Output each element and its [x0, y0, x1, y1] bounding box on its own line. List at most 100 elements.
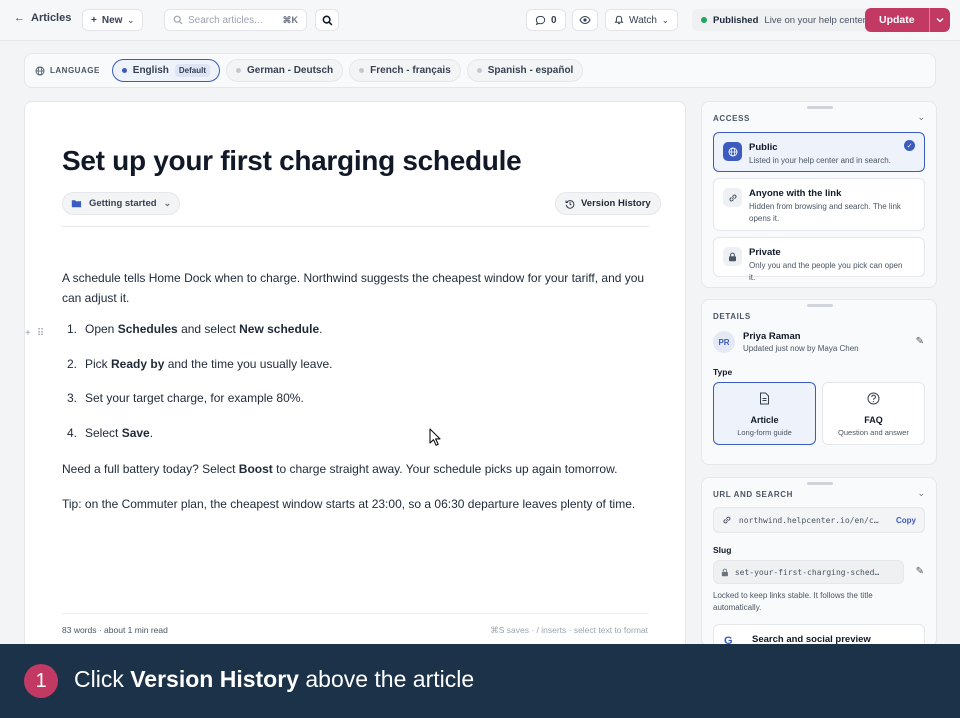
panel-drag-handle[interactable] [807, 304, 833, 307]
back-label: Articles [31, 12, 72, 24]
version-history-button[interactable]: Version History [555, 192, 661, 215]
default-badge: Default [174, 64, 211, 77]
publish-status-badge: Published Live on your help center [692, 9, 875, 31]
language-tab-french[interactable]: French - français [349, 59, 461, 82]
folder-icon [71, 200, 82, 208]
language-tab-spanish[interactable]: Spanish - español [466, 59, 584, 82]
category-label: Getting started [89, 198, 157, 209]
language-name: French - français [370, 65, 451, 76]
access-panel: ACCESS ⌄ Public Listed in your help cent… [701, 101, 937, 288]
version-history-label: Version History [581, 198, 651, 209]
article-url-field: northwind.helpcenter.io/en/c… Copy [713, 507, 925, 533]
plus-icon: + [91, 14, 97, 26]
language-dot [359, 68, 365, 73]
type-description: Question and answer [838, 428, 909, 437]
article-url: northwind.helpcenter.io/en/c… [738, 515, 879, 525]
drag-handle-icon[interactable]: ⠿ [37, 328, 44, 339]
type-title: FAQ [864, 415, 883, 425]
search-articles-input[interactable]: Search articles... ⌘K [164, 9, 307, 31]
list-item-text: Set your target charge, for example 80%. [85, 391, 304, 405]
list-item-text: Select Save. [85, 426, 154, 440]
status-dot [701, 17, 707, 23]
edit-slug-pencil-icon[interactable]: ✎ [916, 566, 924, 577]
top-bar: ← Articles + New ⌄ Search articles... ⌘K… [0, 0, 960, 41]
step-number-badge: 1 [24, 664, 58, 698]
edit-author-pencil-icon[interactable]: ✎ [916, 336, 924, 347]
eye-icon [579, 15, 591, 25]
update-button[interactable]: Update [865, 8, 929, 32]
type-option-article[interactable]: Article Long-form guide [713, 382, 816, 445]
language-name: Spanish - español [487, 65, 574, 76]
new-button[interactable]: + New ⌄ [82, 9, 144, 31]
list-item-text: Open Schedules and select New schedule. [85, 322, 323, 336]
preview-button[interactable] [572, 9, 598, 31]
instruction-text: Click Version History above the article [74, 666, 475, 692]
collapse-chevron-icon[interactable]: ⌄ [917, 488, 925, 499]
new-label: New [101, 14, 123, 26]
copy-url-button[interactable]: Copy [896, 516, 916, 525]
details-panel: DETAILS PR Priya Raman Updated just now … [701, 299, 937, 465]
chevron-down-icon [936, 18, 944, 23]
search-shortcut: ⌘K [282, 14, 299, 25]
updated-text: Updated just now by Maya Chen [743, 344, 859, 353]
comment-count: 0 [551, 14, 557, 26]
language-tab-german[interactable]: German - Deutsch [226, 59, 344, 82]
status-label: Published [713, 14, 759, 26]
lock-icon [723, 247, 742, 266]
language-tab-english[interactable]: English Default [111, 59, 221, 82]
status-detail: Live on your help center [764, 14, 866, 26]
mouse-cursor-icon [429, 428, 442, 446]
comments-button[interactable]: 0 [526, 9, 566, 31]
avatar: PR [713, 331, 735, 353]
access-option-link[interactable]: Anyone with the link Hidden from browsin… [713, 178, 925, 231]
back-to-articles-link[interactable]: ← Articles [14, 12, 71, 24]
language-dot [236, 68, 242, 73]
footer-divider [62, 613, 649, 614]
list-number: 4. [67, 426, 78, 440]
collapse-chevron-icon[interactable]: ⌄ [917, 112, 925, 123]
update-button-group: Update [865, 8, 950, 32]
url-and-search-panel: URL AND SEARCH ⌄ northwind.helpcenter.io… [701, 477, 937, 654]
language-dot [121, 68, 127, 73]
option-description: Listed in your help center and in search… [749, 156, 891, 165]
list-number: 1. [67, 322, 78, 336]
category-selector[interactable]: Getting started ⌄ [62, 192, 181, 215]
type-label: Type [713, 367, 733, 377]
instruction-banner: 1 Click Version History above the articl… [0, 644, 960, 718]
access-option-public[interactable]: Public Listed in your help center and in… [713, 132, 925, 172]
add-block-icon[interactable]: + [25, 328, 31, 339]
slug-note: Locked to keep links stable. It follows … [713, 591, 873, 612]
question-circle-icon [823, 392, 924, 405]
block-gutter: + ⠿ [25, 328, 44, 339]
search-button[interactable] [315, 9, 339, 31]
language-label: LANGUAGE [35, 66, 100, 76]
panel-drag-handle[interactable] [807, 482, 833, 485]
type-description: Long-form guide [737, 428, 792, 437]
option-title: Private [749, 247, 781, 258]
type-option-faq[interactable]: FAQ Question and answer [822, 382, 925, 445]
access-option-private[interactable]: Private Only you and the people you pick… [713, 237, 925, 282]
article-title[interactable]: Set up your first charging schedule [62, 145, 522, 177]
intro-paragraph[interactable]: A schedule tells Home Dock when to charg… [62, 268, 652, 308]
type-title: Article [750, 415, 779, 425]
boost-paragraph[interactable]: Need a full battery today? Select Boost … [62, 459, 652, 479]
chevron-down-icon: ⌄ [163, 198, 172, 208]
search-icon [322, 15, 332, 25]
link-icon [723, 516, 731, 524]
check-icon: ✓ [904, 140, 915, 151]
language-dot [476, 68, 482, 73]
link-icon [723, 188, 742, 207]
slug-value: set-your-first-charging-sched… [734, 567, 880, 577]
option-title: Anyone with the link [749, 188, 842, 199]
panel-drag-handle[interactable] [807, 106, 833, 109]
divider [62, 226, 649, 227]
article-editor: Set up your first charging schedule Gett… [24, 101, 686, 661]
comment-icon [535, 15, 546, 25]
watch-button[interactable]: Watch ⌄ [605, 9, 678, 31]
watch-label: Watch [629, 14, 657, 26]
update-options-button[interactable] [928, 8, 950, 32]
panel-heading: ACCESS [713, 114, 750, 123]
history-icon [565, 199, 575, 209]
document-icon [714, 392, 815, 405]
tip-paragraph[interactable]: Tip: on the Commuter plan, the cheapest … [62, 494, 652, 514]
